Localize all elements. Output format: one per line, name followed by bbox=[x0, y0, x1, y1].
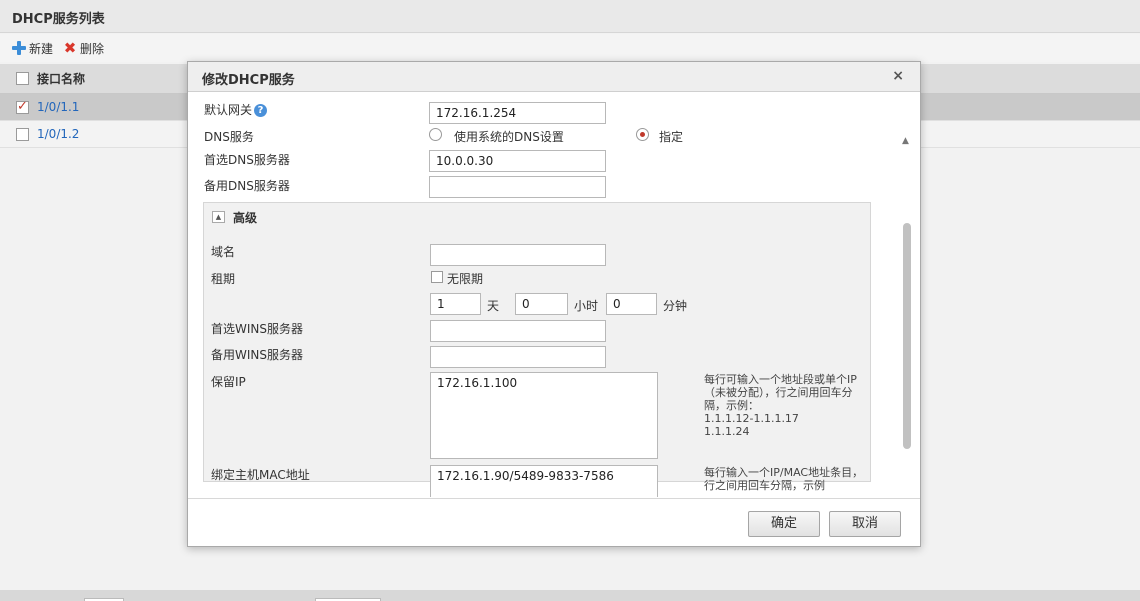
delete-x-icon: ✖ bbox=[63, 39, 77, 57]
secondary-dns-input[interactable] bbox=[429, 176, 606, 198]
secondary-wins-label: 备用WINS服务器 bbox=[211, 348, 303, 362]
toolbar: 新建 ✖ 删除 bbox=[0, 34, 1140, 62]
reserved-ip-label: 保留IP bbox=[211, 375, 246, 389]
scroll-up-icon[interactable]: ▲ bbox=[902, 136, 909, 146]
mac-bind-label: 绑定主机MAC地址 bbox=[211, 468, 310, 482]
mac-bind-textarea[interactable]: 172.16.1.90/5489-9833-7586 bbox=[430, 465, 658, 497]
collapse-icon[interactable]: ▲ bbox=[212, 211, 225, 223]
lease-hours-input[interactable]: 0 bbox=[515, 293, 568, 315]
reserved-ip-textarea[interactable]: 172.16.1.100 bbox=[430, 372, 658, 459]
days-unit: 天 bbox=[487, 299, 500, 313]
select-all-checkbox[interactable] bbox=[16, 72, 29, 85]
unlimited-label: 无限期 bbox=[447, 272, 484, 286]
close-icon[interactable]: × bbox=[892, 68, 904, 84]
dialog-title: 修改DHCP服务 bbox=[202, 73, 295, 88]
cancel-button[interactable]: 取消 bbox=[829, 511, 901, 537]
delete-label: 删除 bbox=[80, 41, 105, 56]
gateway-label-wrap: 默认网关? bbox=[204, 101, 268, 118]
primary-wins-label: 首选WINS服务器 bbox=[211, 322, 303, 336]
hours-unit: 小时 bbox=[574, 299, 599, 313]
lease-days-input[interactable]: 1 bbox=[430, 293, 481, 315]
reserved-ip-hint: 每行可输入一个地址段或单个IP（未被分配），行之间用回车分隔，示例： 1.1.1… bbox=[704, 373, 857, 438]
dialog-header: 修改DHCP服务 × bbox=[188, 62, 920, 92]
help-icon[interactable]: ? bbox=[254, 104, 268, 117]
dns-specify-radio[interactable] bbox=[636, 128, 649, 141]
column-interface-name: 接口名称 bbox=[37, 72, 86, 86]
lease-minutes-input[interactable]: 0 bbox=[606, 293, 657, 315]
gateway-label: 默认网关 bbox=[204, 103, 253, 117]
edit-dhcp-dialog: 修改DHCP服务 × 默认网关? 172.16.1.254 DNS服务 使用系统… bbox=[187, 61, 921, 547]
page-title: DHCP服务列表 bbox=[0, 0, 1140, 33]
advanced-section: ▲ 高级 域名 租期 无限期 1 天 0 小时 0 分钟 首选WINS服务器 备… bbox=[203, 202, 871, 497]
dns-specify-label: 指定 bbox=[659, 130, 684, 144]
secondary-wins-input[interactable] bbox=[430, 346, 606, 368]
row-checkbox[interactable] bbox=[16, 127, 29, 141]
dialog-body[interactable]: 默认网关? 172.16.1.254 DNS服务 使用系统的DNS设置 指定 首… bbox=[188, 93, 920, 497]
row-checkbox[interactable] bbox=[16, 99, 29, 114]
dns-system-radio[interactable] bbox=[429, 128, 442, 141]
scrollbar-thumb[interactable] bbox=[903, 223, 911, 449]
minutes-unit: 分钟 bbox=[663, 299, 688, 313]
domain-label: 域名 bbox=[211, 245, 236, 259]
gateway-input[interactable]: 172.16.1.254 bbox=[429, 102, 606, 124]
pagination-bar bbox=[0, 590, 1140, 601]
advanced-title[interactable]: 高级 bbox=[233, 209, 257, 226]
interface-link[interactable]: 1/0/1.2 bbox=[37, 127, 79, 141]
dns-label: DNS服务 bbox=[204, 130, 254, 144]
mac-bind-hint: 每行输入一个IP/MAC地址条目，行之间用回车分隔，示例 bbox=[704, 466, 864, 492]
primary-wins-input[interactable] bbox=[430, 320, 606, 342]
primary-dns-input[interactable]: 10.0.0.30 bbox=[429, 150, 606, 172]
plus-icon bbox=[12, 41, 26, 55]
ok-button[interactable]: 确定 bbox=[748, 511, 820, 537]
domain-input[interactable] bbox=[430, 244, 606, 266]
primary-dns-label: 首选DNS服务器 bbox=[204, 153, 290, 167]
add-button[interactable]: 新建 bbox=[12, 40, 53, 57]
dialog-footer: 确定 取消 bbox=[188, 498, 920, 546]
interface-link[interactable]: 1/0/1.1 bbox=[37, 100, 79, 114]
unlimited-checkbox[interactable] bbox=[431, 271, 443, 283]
secondary-dns-label: 备用DNS服务器 bbox=[204, 179, 290, 193]
dns-system-label: 使用系统的DNS设置 bbox=[454, 130, 564, 144]
add-label: 新建 bbox=[29, 41, 54, 56]
delete-button[interactable]: ✖ 删除 bbox=[63, 40, 104, 57]
lease-label: 租期 bbox=[211, 272, 236, 286]
